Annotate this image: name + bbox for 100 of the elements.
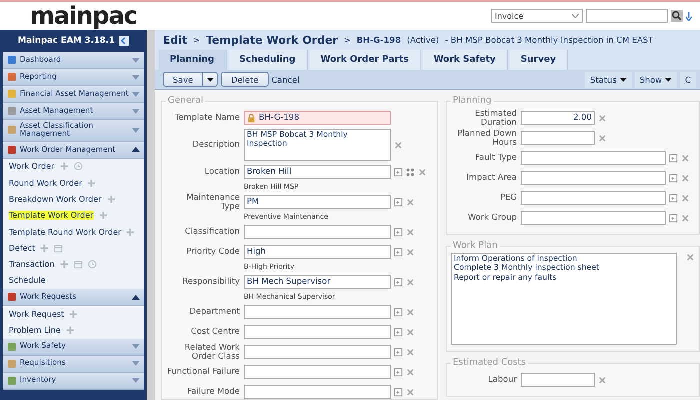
plus-icon[interactable]: [98, 211, 108, 220]
clear-icon[interactable]: [598, 134, 606, 142]
input-field[interactable]: [244, 385, 391, 399]
section-icon: [7, 358, 17, 369]
tree-icon[interactable]: [406, 168, 414, 176]
clear-icon[interactable]: [406, 348, 414, 356]
lookup-icon[interactable]: [394, 168, 402, 176]
calendar-icon[interactable]: [54, 244, 64, 253]
input-field[interactable]: [521, 151, 666, 165]
clear-icon[interactable]: [680, 194, 690, 202]
collapse-icon[interactable]: [118, 36, 129, 46]
clear-icon[interactable]: [406, 278, 414, 286]
clear-icon[interactable]: [598, 114, 606, 122]
lookup-icon[interactable]: [668, 154, 678, 162]
field-label: Functional Failure: [166, 367, 241, 377]
clock-icon[interactable]: [88, 260, 97, 270]
clear-icon[interactable]: [680, 154, 690, 162]
input-field[interactable]: [521, 373, 595, 387]
clear-icon[interactable]: [418, 168, 426, 176]
clear-icon[interactable]: [406, 328, 414, 336]
lookup-icon[interactable]: [394, 308, 402, 316]
search-field[interactable]: [586, 9, 668, 23]
cancel-link[interactable]: Cancel: [272, 74, 300, 84]
clear-icon[interactable]: [686, 253, 694, 262]
lookup-icon[interactable]: [394, 198, 402, 206]
input-field[interactable]: [521, 131, 595, 145]
calendar-icon[interactable]: [74, 260, 83, 270]
plus-icon[interactable]: [126, 228, 136, 237]
input-field[interactable]: [521, 211, 666, 225]
menu-item[interactable]: Transaction: [9, 260, 55, 270]
save-options-button[interactable]: [203, 72, 218, 87]
lookup-icon[interactable]: [394, 348, 402, 356]
clear-icon[interactable]: [406, 388, 414, 396]
input-field[interactable]: [521, 191, 666, 205]
lookup-icon[interactable]: [394, 228, 402, 236]
plus-icon[interactable]: [69, 310, 78, 319]
clear-icon[interactable]: [394, 140, 402, 150]
clear-icon[interactable]: [406, 198, 414, 206]
clear-icon[interactable]: [406, 228, 414, 236]
input-field[interactable]: [244, 365, 391, 379]
input-field[interactable]: [244, 225, 391, 239]
lookup-icon[interactable]: [394, 388, 402, 396]
menu-button[interactable]: Show: [634, 72, 678, 88]
menu-button[interactable]: Status: [585, 72, 632, 88]
menu-item[interactable]: Defect: [9, 244, 36, 253]
tab[interactable]: Survey: [510, 50, 568, 70]
menu-button[interactable]: C: [680, 72, 696, 88]
download-arrow-icon[interactable]: [686, 12, 692, 20]
plus-icon[interactable]: [40, 244, 50, 253]
menu-item[interactable]: Work Request: [9, 310, 64, 319]
input-field[interactable]: BH-G-198: [244, 111, 391, 125]
menu-item[interactable]: Round Work Order: [9, 178, 82, 188]
menu-item[interactable]: Template Work Order: [9, 211, 94, 220]
lookup-icon[interactable]: [668, 194, 678, 202]
breadcrumb-separator: >: [344, 36, 351, 44]
menu-item[interactable]: Schedule: [9, 276, 46, 286]
lookup-icon[interactable]: [394, 368, 402, 376]
menu-item[interactable]: Problem Line: [9, 326, 61, 335]
plus-icon[interactable]: [60, 260, 69, 270]
input-field[interactable]: [244, 305, 391, 319]
lookup-icon[interactable]: [394, 328, 402, 336]
clock-icon[interactable]: [74, 162, 83, 172]
clear-icon[interactable]: [598, 376, 606, 384]
module-select[interactable]: Invoice: [491, 9, 583, 23]
input-field[interactable]: PM: [244, 195, 391, 209]
delete-button[interactable]: Delete: [221, 72, 269, 87]
lookup-icon[interactable]: [668, 214, 678, 222]
input-field[interactable]: Broken Hill: [244, 165, 391, 179]
plus-icon[interactable]: [87, 178, 96, 188]
input-field[interactable]: BH Mech Supervisor: [244, 275, 391, 289]
clear-icon[interactable]: [406, 248, 414, 256]
lookup-icon[interactable]: [668, 174, 678, 182]
search-icon[interactable]: [671, 10, 683, 22]
plus-icon[interactable]: [66, 326, 75, 335]
menu-item[interactable]: Breakdown Work Order: [9, 194, 102, 204]
lookup-icon[interactable]: [394, 248, 402, 256]
menu-item[interactable]: Template Round Work Order: [9, 228, 122, 237]
clear-icon[interactable]: [680, 174, 690, 182]
input-field[interactable]: High: [244, 245, 391, 259]
input-field[interactable]: 2.00: [521, 111, 595, 125]
plus-icon[interactable]: [106, 194, 116, 204]
tab[interactable]: Work Order Parts: [310, 50, 421, 70]
caret-icon: [132, 92, 140, 96]
tab[interactable]: Scheduling: [228, 50, 308, 70]
field-label: Cost Centre: [190, 327, 241, 337]
input-field[interactable]: [244, 345, 391, 359]
panel-title: Estimated Costs: [452, 358, 528, 368]
plus-icon[interactable]: [60, 162, 69, 172]
input-field[interactable]: [244, 325, 391, 339]
menu-item[interactable]: Work Order: [9, 162, 55, 172]
save-button[interactable]: Save: [163, 72, 204, 87]
tab[interactable]: Planning: [159, 50, 227, 70]
caret-icon: [206, 78, 214, 82]
clear-icon[interactable]: [406, 308, 414, 316]
clear-icon[interactable]: [680, 214, 690, 222]
clear-icon[interactable]: [406, 368, 414, 376]
input-field[interactable]: [521, 171, 666, 185]
lookup-icon[interactable]: [394, 278, 402, 286]
breadcrumb-section[interactable]: Edit: [163, 34, 188, 46]
tab[interactable]: Work Safety: [422, 50, 508, 70]
